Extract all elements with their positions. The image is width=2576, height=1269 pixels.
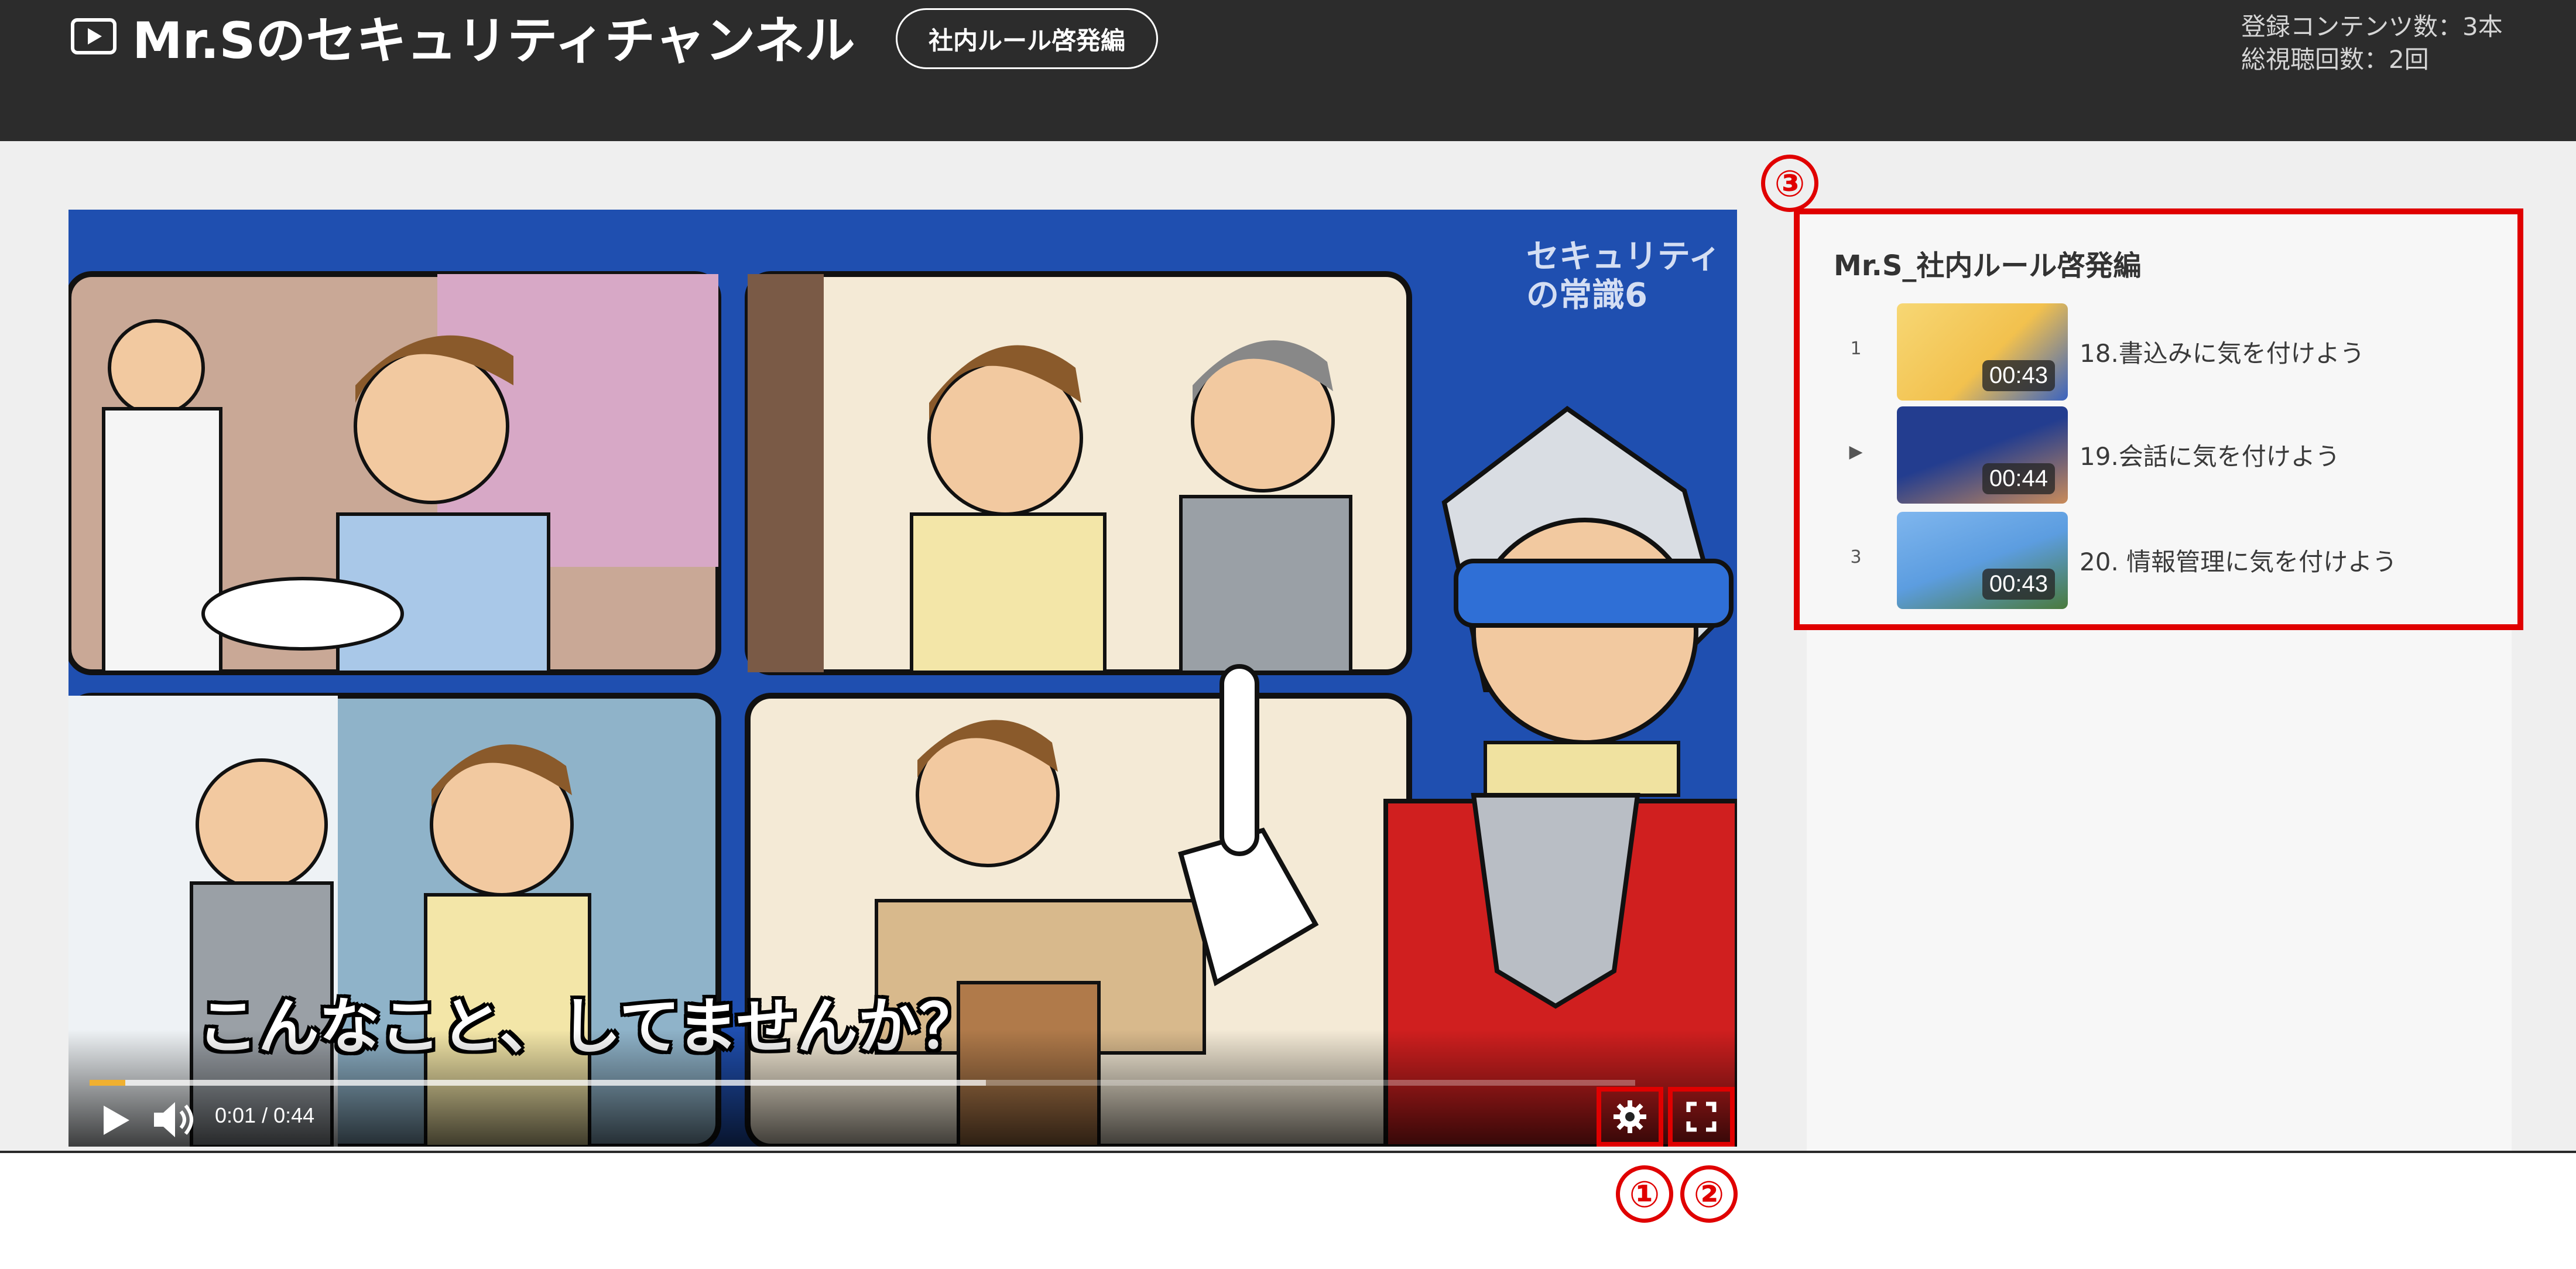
play-icon[interactable] (94, 1100, 135, 1141)
playlist-item[interactable]: ▶ 00:44 19.会話に気を付けよう (1838, 406, 2494, 504)
playlist-item-index: 1 (1850, 338, 1862, 359)
total-views-stat: 総視聴回数：2回 (2241, 45, 2429, 74)
page-footer-area (0, 1151, 2576, 1269)
duration-badge: 00:44 (1982, 463, 2055, 494)
duration-badge: 00:43 (1982, 360, 2055, 391)
channel-title: Mr.Sのセキュリティチャンネル (132, 12, 855, 70)
gear-icon (1614, 1100, 1646, 1133)
video-channel-icon (71, 18, 117, 54)
settings-button[interactable] (1597, 1087, 1663, 1147)
video-thumbnail: 00:43 (1897, 303, 2068, 401)
video-watermark: セキュリティ の常識6 (1526, 238, 1721, 315)
content-count-stat: 登録コンテンツ数：3本 (2241, 12, 2503, 41)
volume-icon[interactable] (150, 1097, 197, 1142)
duration-badge: 00:43 (1982, 569, 2055, 600)
seek-bar-buffered (90, 1080, 986, 1086)
playlist-item[interactable]: 3 00:43 20. 情報管理に気を付けよう (1838, 512, 2494, 609)
playlist-item-index: 3 (1850, 547, 1862, 567)
now-playing-indicator: ▶ (1849, 442, 1863, 462)
playlist-title: Mr.S_社内ルール啓発編 (1834, 249, 2142, 282)
video-thumbnail: 00:43 (1897, 512, 2068, 609)
playlist-item-title: 19.会話に気を付けよう (2080, 442, 2340, 471)
fullscreen-icon (1686, 1102, 1717, 1132)
fullscreen-button[interactable] (1668, 1087, 1735, 1147)
playlist-item-title: 18.書込みに気を付けよう (2080, 339, 2365, 368)
watermark-line: セキュリティ (1526, 238, 1721, 276)
time-display: 0:01 / 0:44 (215, 1103, 315, 1127)
watermark-line: の常識6 (1526, 276, 1647, 314)
playlist-item-title: 20. 情報管理に気を付けよう (2080, 548, 2397, 576)
playlist-item[interactable]: 1 00:43 18.書込みに気を付けよう (1838, 303, 2494, 401)
annotation-marker-2: ② (1680, 1165, 1738, 1223)
channel-header: Mr.Sのセキュリティチャンネル 社内ルール啓発編 登録コンテンツ数：3本 総視… (0, 0, 2576, 141)
series-badge-button[interactable]: 社内ルール啓発編 (896, 8, 1158, 69)
video-player[interactable]: セキュリティ の常識6 こんなこと、してませんか？ 0:01 / 0:44 (68, 210, 1737, 1147)
divider (0, 1151, 2576, 1153)
annotation-marker-1: ① (1616, 1165, 1673, 1223)
seek-bar-played (90, 1080, 125, 1086)
annotation-marker-3: ③ (1761, 155, 1818, 212)
video-thumbnail: 00:44 (1897, 406, 2068, 504)
controls-overlay (68, 1029, 1737, 1147)
